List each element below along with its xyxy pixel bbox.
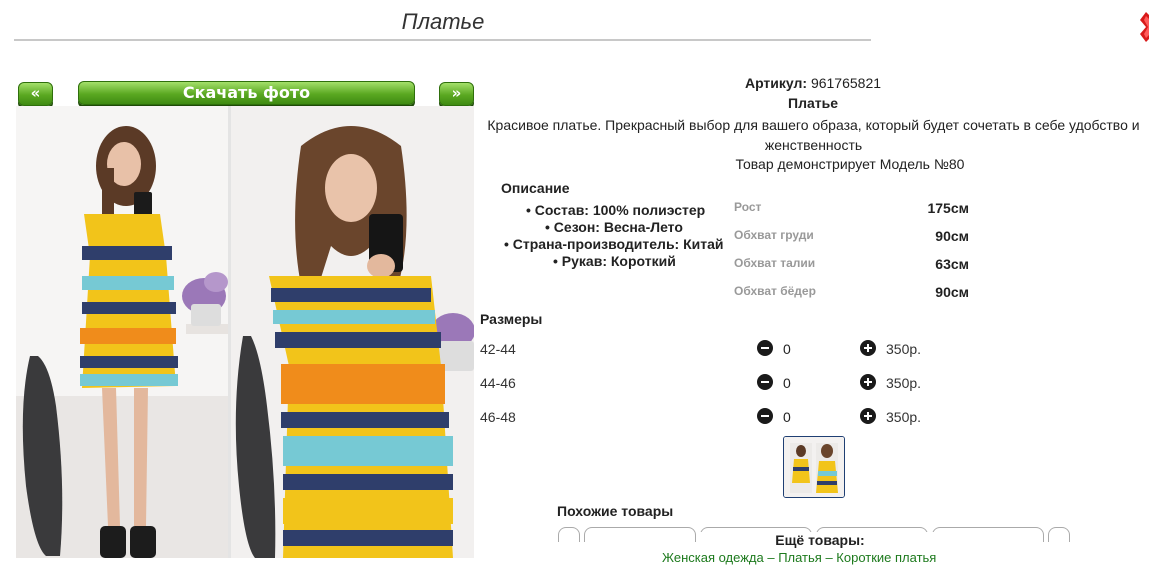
quantity-46-48: 0 — [783, 409, 791, 425]
measure-value-hips: 90см — [935, 284, 969, 300]
size-label-42-44: 42-44 — [480, 341, 516, 357]
measure-value-height: 175см — [927, 200, 969, 216]
attribute-season: • Сезон: Весна-Лето — [545, 219, 683, 235]
similar-heading: Похожие товары — [557, 503, 674, 519]
article-line: Артикул: 961765821 — [478, 75, 1148, 91]
attribute-sleeve: • Рукав: Короткий — [553, 253, 676, 269]
quantity-44-46: 0 — [783, 375, 791, 391]
measure-label-height: Рост — [734, 200, 762, 214]
price-42-44: 350р. — [886, 341, 922, 357]
attribute-composition: • Состав: 100% полиэстер — [526, 202, 706, 218]
article-value: 961765821 — [810, 75, 882, 91]
measure-value-waist: 63см — [935, 256, 969, 272]
model-line: Товар демонстрирует Модель №80 — [735, 156, 965, 172]
price-46-48: 350р. — [886, 409, 922, 425]
product-photo-1[interactable] — [16, 106, 228, 558]
measure-value-bust: 90см — [935, 228, 969, 244]
product-name: Платье — [788, 95, 838, 111]
article-label: Артикул: — [744, 75, 808, 91]
next-photo-button[interactable]: » — [439, 82, 474, 106]
download-photo-button[interactable]: Скачать фото — [78, 81, 415, 105]
plus-circle-icon[interactable] — [860, 374, 876, 390]
quantity-42-44: 0 — [783, 341, 791, 357]
minus-circle-icon[interactable] — [757, 408, 773, 424]
similar-item-tab[interactable] — [932, 527, 1044, 542]
minus-circle-icon[interactable] — [757, 340, 773, 356]
measure-label-hips: Обхват бёдер — [734, 284, 816, 298]
attribute-country: • Страна-производитель: Китай — [504, 236, 724, 252]
description-heading: Описание — [501, 180, 570, 196]
photo-thumbnail[interactable] — [783, 436, 845, 498]
page-title: Платье — [401, 9, 485, 34]
prev-photo-button[interactable]: « — [18, 82, 53, 106]
measure-label-waist: Обхват талии — [734, 256, 816, 270]
product-description: Красивое платье. Прекрасный выбор для ва… — [487, 117, 1140, 153]
size-label-44-46: 44-46 — [480, 375, 516, 391]
measure-label-bust: Обхват груди — [734, 228, 814, 242]
sizes-heading: Размеры — [480, 311, 543, 327]
title-divider — [14, 39, 871, 41]
plus-circle-icon[interactable] — [860, 408, 876, 424]
more-goods-heading: Ещё товары: — [700, 532, 940, 548]
size-label-46-48: 46-48 — [480, 409, 516, 425]
red-corner-icon[interactable] — [1136, 12, 1149, 42]
plus-circle-icon[interactable] — [860, 340, 876, 356]
similar-item-tab[interactable] — [584, 527, 696, 542]
product-photo-2[interactable] — [231, 106, 474, 558]
carousel-prev-button[interactable] — [558, 527, 580, 542]
price-44-46: 350р. — [886, 375, 922, 391]
carousel-next-button[interactable] — [1048, 527, 1070, 542]
minus-circle-icon[interactable] — [757, 374, 773, 390]
